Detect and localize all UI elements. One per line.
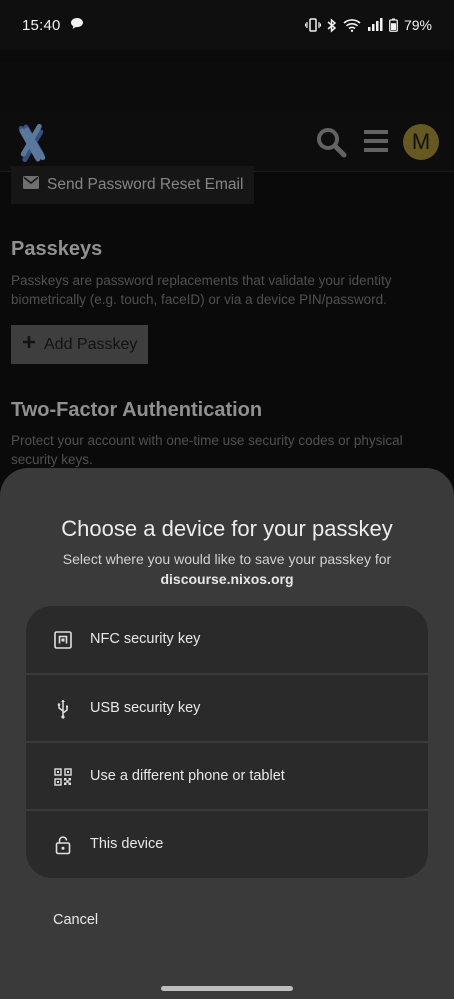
option-label: This device	[90, 836, 164, 852]
option-different-phone[interactable]: Use a different phone or tablet	[26, 743, 428, 811]
status-time: 15:40	[22, 16, 61, 34]
option-this-device[interactable]: This device	[26, 811, 428, 878]
cancel-button[interactable]: Cancel	[53, 912, 98, 928]
home-indicator[interactable]	[161, 986, 293, 991]
option-label: USB security key	[90, 700, 201, 716]
sheet-domain: discourse.nixos.org	[160, 571, 294, 587]
qr-code-icon	[52, 766, 74, 788]
sheet-title: Choose a device for your passkey	[61, 516, 393, 541]
option-label: Use a different phone or tablet	[90, 768, 285, 784]
option-label: NFC security key	[90, 631, 201, 647]
option-nfc-security-key[interactable]: NFC security key	[26, 606, 428, 674]
bluetooth-icon	[327, 17, 337, 33]
status-bar: 15:40 79%	[0, 0, 454, 50]
option-usb-security-key[interactable]: USB security key	[26, 675, 428, 743]
battery-percent: 79%	[403, 17, 432, 33]
nfc-icon	[52, 629, 74, 651]
usb-icon	[52, 698, 74, 720]
lock-icon	[52, 834, 74, 856]
vibrate-icon	[304, 18, 321, 32]
battery-icon	[389, 18, 398, 32]
sheet-subtitle: Select where you would like to save your…	[62, 551, 392, 567]
status-icons: 79%	[304, 17, 432, 33]
chat-bubble-icon	[70, 18, 83, 32]
signal-icon	[367, 18, 383, 32]
wifi-icon	[343, 18, 361, 32]
device-options-list: NFC security key USB security key Use a …	[26, 606, 428, 878]
